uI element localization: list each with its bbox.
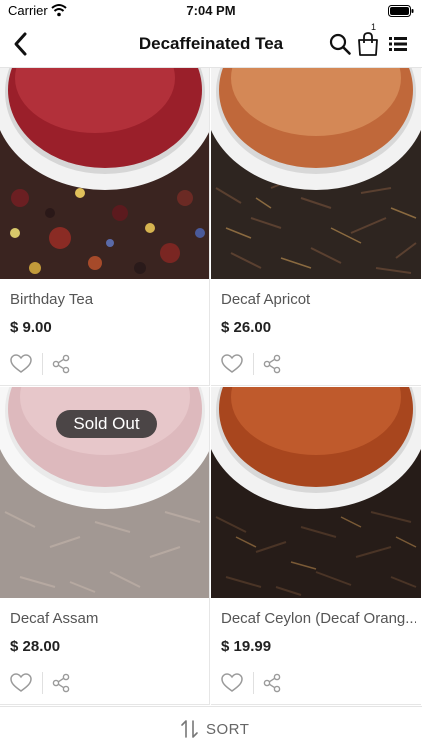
menu-icon[interactable]: [388, 34, 408, 54]
heart-icon[interactable]: [10, 673, 32, 693]
share-icon[interactable]: [52, 354, 70, 374]
product-name[interactable]: Birthday Tea: [10, 291, 205, 308]
product-name[interactable]: Decaf Assam: [10, 610, 205, 627]
battery-icon: [388, 5, 414, 17]
share-icon[interactable]: [52, 673, 70, 693]
cart-icon[interactable]: [356, 31, 380, 57]
product-image[interactable]: [211, 387, 421, 598]
action-divider: [253, 353, 254, 375]
sort-label: SORT: [206, 720, 250, 738]
sort-icon: [181, 720, 198, 738]
product-card[interactable]: Decaf Apricot $ 26.00: [211, 68, 421, 386]
sort-button[interactable]: SORT: [180, 715, 252, 743]
heart-icon[interactable]: [10, 354, 32, 374]
product-name[interactable]: Decaf Ceylon (Decaf Orang...: [221, 610, 416, 627]
product-price: $ 9.00: [10, 319, 52, 336]
back-icon[interactable]: [8, 31, 34, 57]
share-icon[interactable]: [263, 673, 281, 693]
action-divider: [42, 672, 43, 694]
action-divider: [42, 353, 43, 375]
status-time: 7:04 PM: [186, 3, 236, 18]
nav-bar: Decaffeinated Tea 1: [0, 22, 422, 66]
product-price: $ 19.99: [221, 638, 272, 655]
product-grid: Birthday Tea $ 9.00 Decaf Apricot $ 26.0…: [0, 67, 422, 705]
product-name[interactable]: Decaf Apricot: [221, 291, 416, 308]
sort-bar: SORT: [0, 706, 422, 750]
share-icon[interactable]: [263, 354, 281, 374]
product-card[interactable]: Birthday Tea $ 9.00: [0, 68, 210, 386]
heart-icon[interactable]: [221, 354, 243, 374]
heart-icon[interactable]: [221, 673, 243, 693]
product-price: $ 28.00: [10, 638, 61, 655]
sold-out-badge: Sold Out: [56, 410, 157, 438]
product-image[interactable]: [0, 68, 209, 279]
cart-count-badge: 1: [371, 22, 377, 32]
product-price: $ 26.00: [221, 319, 272, 336]
product-card[interactable]: Decaf Ceylon (Decaf Orang... $ 19.99: [211, 387, 421, 705]
product-image[interactable]: [211, 68, 421, 279]
search-icon[interactable]: [328, 32, 352, 56]
status-bar: Carrier 7:04 PM: [0, 0, 422, 22]
action-divider: [253, 672, 254, 694]
